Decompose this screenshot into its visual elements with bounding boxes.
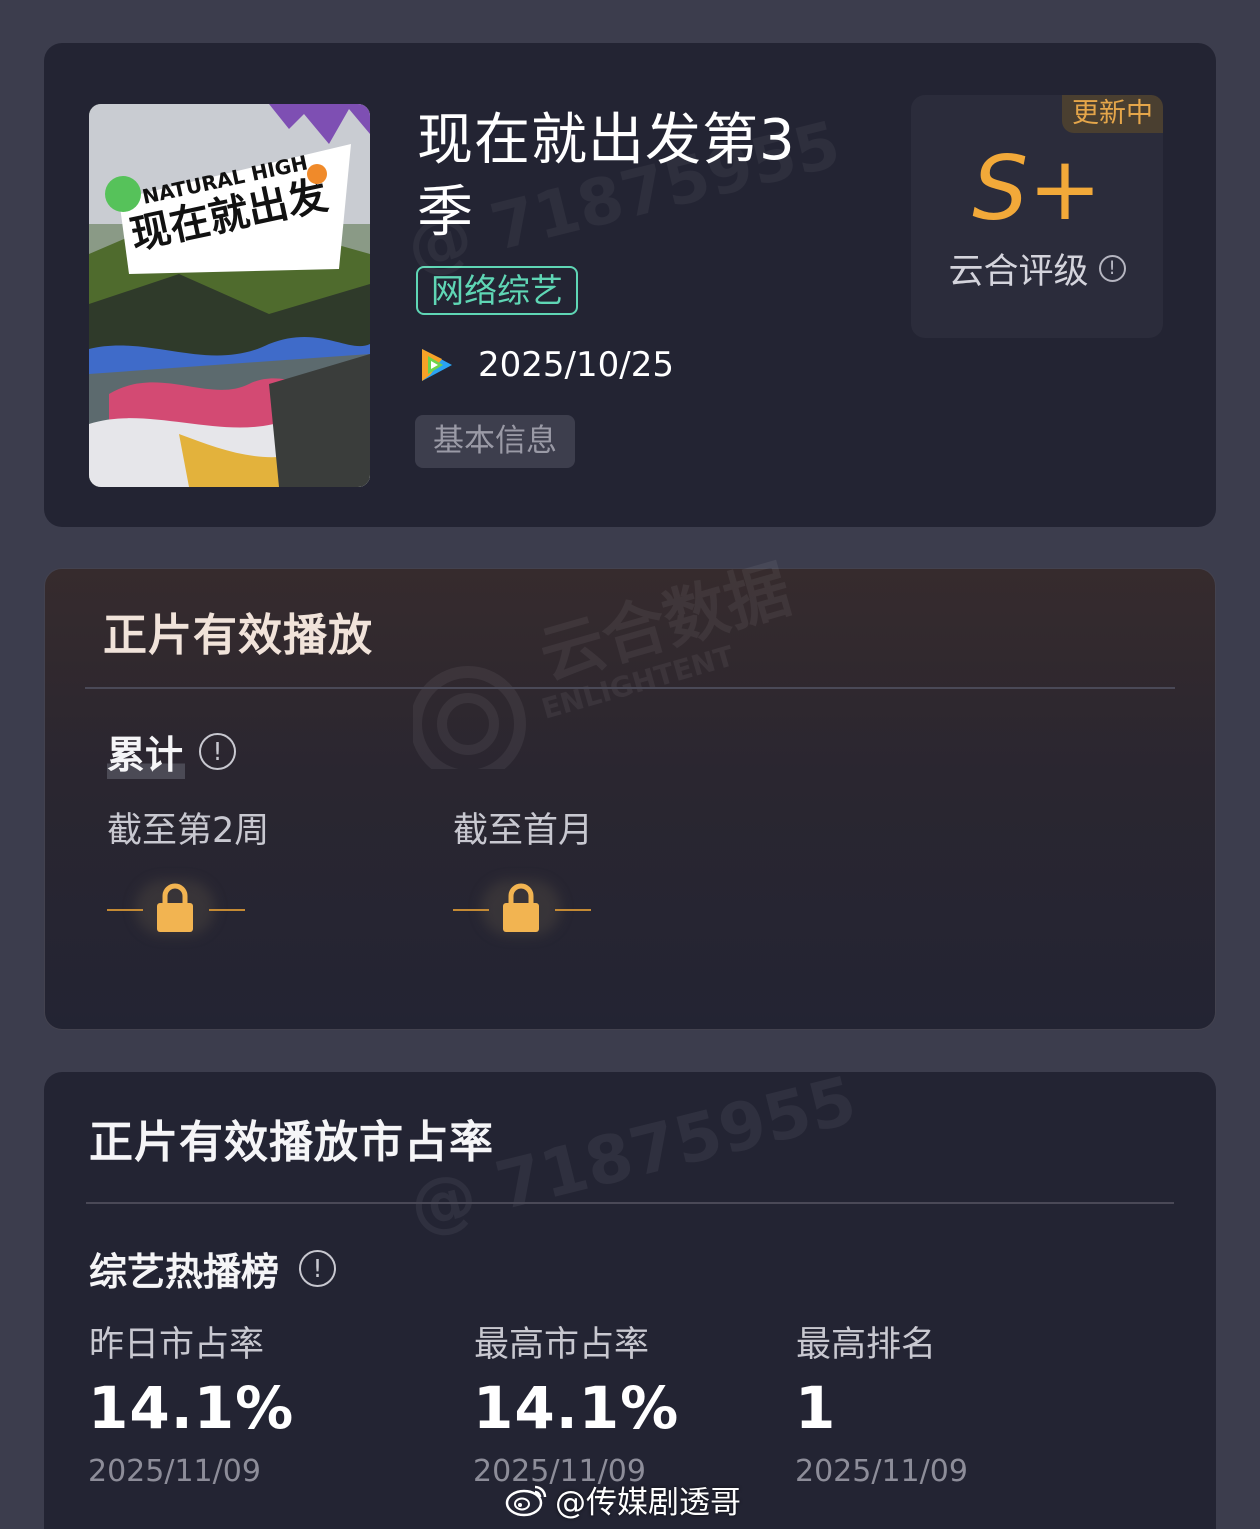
info-icon[interactable]: ! — [1098, 255, 1126, 282]
stat-value: 14.1% — [473, 1374, 680, 1442]
lock-line-left — [107, 909, 143, 911]
brand-watermark-en: ENLIGHTENT — [538, 639, 738, 726]
market-share-title: 正片有效播放市占率 — [89, 1117, 494, 1168]
info-icon[interactable]: ! — [199, 733, 237, 770]
stat-label: 昨日市占率 — [89, 1325, 265, 1365]
genre-tag[interactable]: 网络综艺 — [416, 266, 578, 315]
weibo-icon — [505, 1485, 547, 1517]
footer-credit-text: @传媒剧透哥 — [555, 1484, 741, 1521]
week2-label: 截至第2周 — [107, 811, 270, 851]
cumulative-row: 累计 ! — [107, 724, 237, 779]
section-divider — [86, 1202, 1174, 1204]
rating-label-row: 云合评级 ! — [911, 243, 1163, 294]
info-icon[interactable]: ! — [299, 1250, 337, 1287]
stat-label: 最高市占率 — [474, 1325, 650, 1365]
poster-artwork: NATURAL HIGH 现在就出发 — [89, 104, 370, 487]
rating-label: 云合评级 — [948, 252, 1089, 292]
valid-play-card: 云合数据 ENLIGHTENT 正片有效播放 累计 ! 截至第2周 截至首月 — [44, 553, 1216, 1030]
lock-line-right — [555, 909, 591, 911]
release-date: 2025/10/25 — [478, 345, 674, 385]
show-poster[interactable]: NATURAL HIGH 现在就出发 — [89, 104, 370, 487]
stat-date: 2025/11/09 — [88, 1454, 261, 1489]
stat-date: 2025/11/09 — [795, 1454, 968, 1489]
stat-label: 最高排名 — [796, 1325, 937, 1365]
hot-list-subtitle: 综艺热播榜 — [89, 1250, 280, 1294]
show-info-card: NATURAL HIGH 现在就出发 现在就出发第3季 网络综艺 2025/10… — [44, 43, 1216, 527]
lock-line-right — [209, 909, 245, 911]
cumulative-subtitle: 累计 — [107, 724, 186, 779]
tencent-video-icon — [422, 349, 452, 381]
footer-credit: @传媒剧透哥 — [505, 1478, 741, 1521]
first-month-lock[interactable] — [451, 878, 591, 938]
show-title: 现在就出发第3季 — [417, 108, 796, 245]
first-month-label: 截至首月 — [453, 811, 594, 851]
rating-box[interactable]: 更新中 S+ 云合评级 ! — [911, 95, 1163, 338]
lock-line-left — [453, 909, 489, 911]
lock-icon — [503, 883, 539, 932]
lock-icon — [157, 883, 193, 932]
brand-watermark-logo-icon — [413, 666, 526, 769]
week2-lock[interactable] — [105, 878, 245, 938]
section-divider — [85, 687, 1175, 689]
updating-badge: 更新中 — [1062, 95, 1163, 133]
valid-play-title: 正片有效播放 — [103, 610, 373, 661]
basic-info-button[interactable]: 基本信息 — [415, 415, 575, 468]
brand-watermark-cn: 云合数据 — [532, 552, 799, 695]
stat-value: 1 — [795, 1374, 837, 1442]
hot-list-row: 综艺热播榜 ! — [89, 1241, 337, 1296]
brand-watermark: 云合数据 ENLIGHTENT — [413, 553, 813, 769]
market-share-card: @ 71875955 正片有效播放市占率 综艺热播榜 ! 昨日市占率 14.1%… — [44, 1062, 1216, 1529]
platform-row: 2025/10/25 — [416, 343, 674, 387]
stat-value: 14.1% — [88, 1374, 295, 1442]
rating-grade: S+ — [972, 137, 1102, 240]
